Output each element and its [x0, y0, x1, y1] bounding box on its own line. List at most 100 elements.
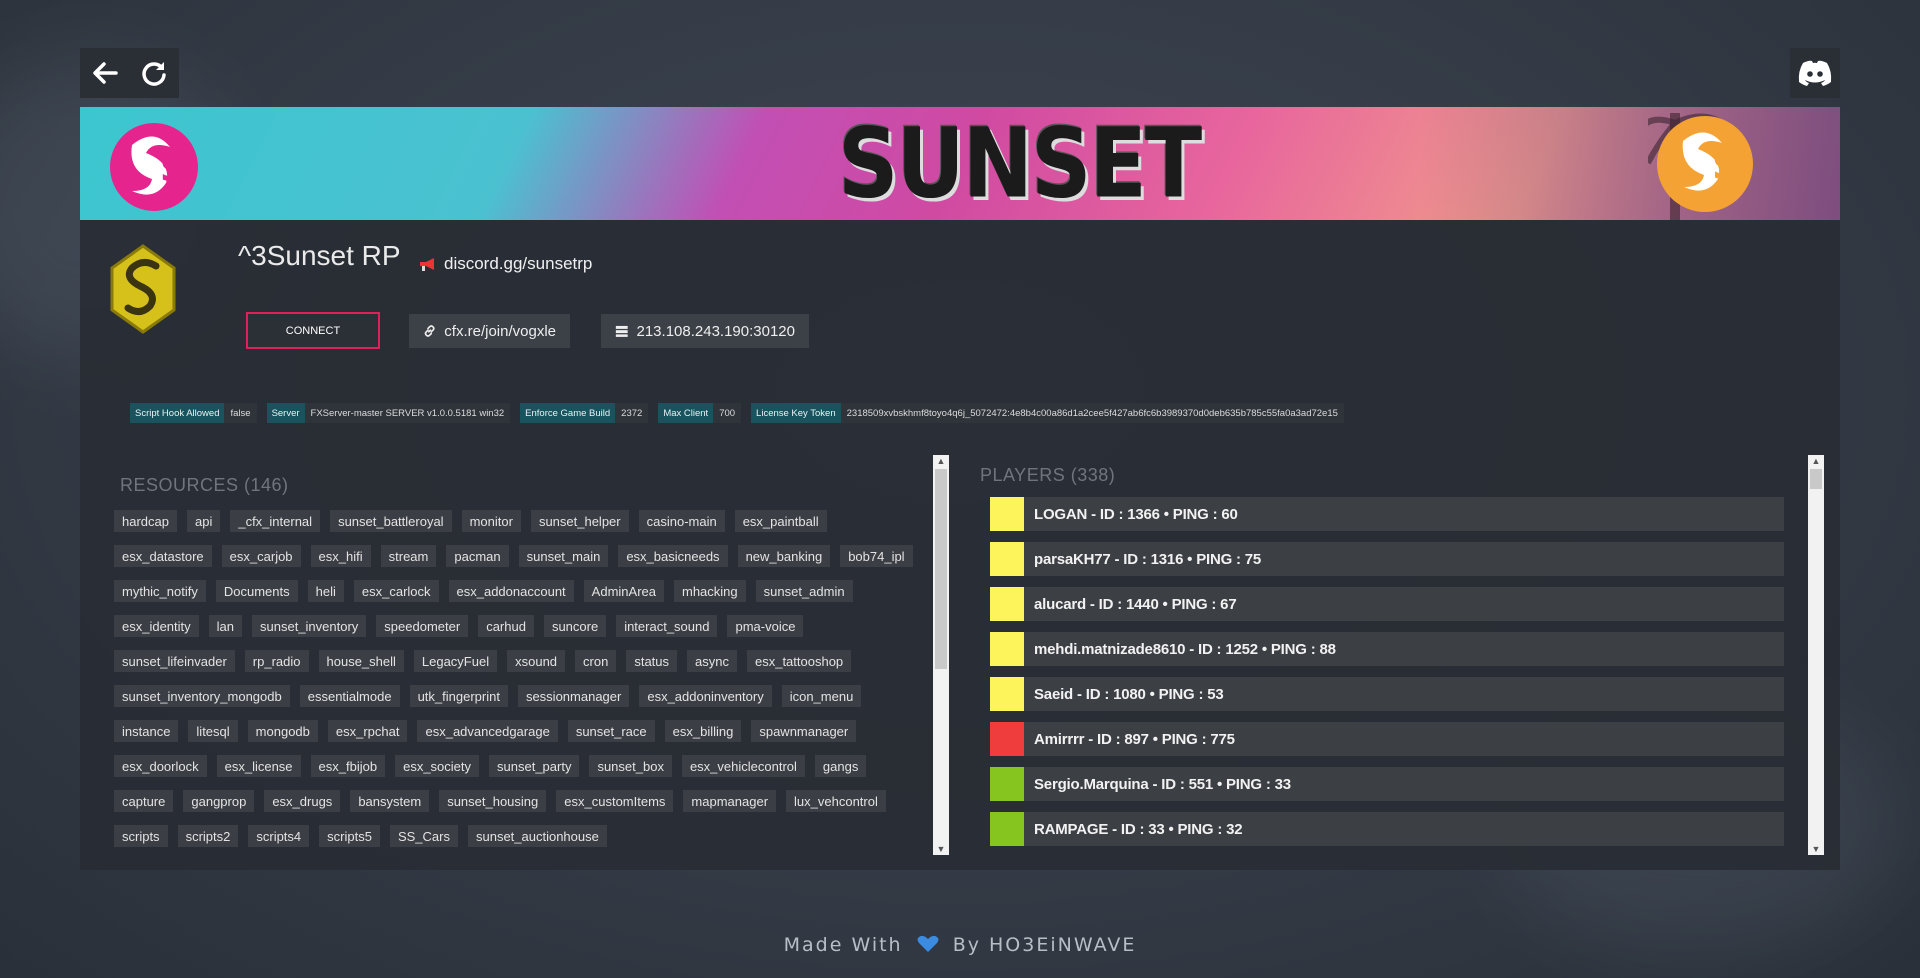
- resource-tag[interactable]: esx_paintball: [734, 510, 827, 532]
- resource-tag[interactable]: esx_datastore: [114, 545, 212, 567]
- player-row[interactable]: alucard - ID : 1440 • PING : 67: [990, 587, 1784, 621]
- resource-tag[interactable]: esx_hifi: [310, 545, 371, 567]
- resource-tag[interactable]: sunset_box: [589, 755, 672, 777]
- player-row[interactable]: RAMPAGE - ID : 33 • PING : 32: [990, 812, 1784, 846]
- resource-tag[interactable]: sunset_battleroyal: [330, 510, 452, 532]
- resource-tag[interactable]: heli: [307, 580, 344, 602]
- resource-tag[interactable]: _cfx_internal: [230, 510, 321, 532]
- player-row[interactable]: Sergio.Marquina - ID : 551 • PING : 33: [990, 767, 1784, 801]
- resource-tag[interactable]: LegacyFuel: [413, 650, 498, 672]
- resource-tag[interactable]: scripts: [114, 825, 168, 847]
- players-title: PLAYERS (338): [980, 465, 1116, 485]
- resource-tag[interactable]: scripts5: [319, 825, 380, 847]
- resource-tag[interactable]: scripts4: [248, 825, 310, 847]
- resource-tag[interactable]: mapmanager: [683, 790, 777, 812]
- resource-tag[interactable]: suncore: [543, 615, 607, 637]
- player-row[interactable]: mehdi.matnizade8610 - ID : 1252 • PING :…: [990, 632, 1784, 666]
- discord-button[interactable]: [1790, 48, 1840, 98]
- resource-tag[interactable]: esx_advancedgarage: [417, 720, 558, 742]
- resource-tag[interactable]: esx_doorlock: [114, 755, 207, 777]
- connect-button[interactable]: CONNECT: [246, 312, 380, 349]
- server-address-button[interactable]: 213.108.243.190:30120: [601, 314, 809, 348]
- resource-tag[interactable]: sunset_inventory: [252, 615, 367, 637]
- scroll-up-icon[interactable]: ▲: [1808, 455, 1824, 467]
- resource-tag[interactable]: speedometer: [376, 615, 469, 637]
- scroll-up-icon[interactable]: ▲: [933, 455, 949, 467]
- resource-tag[interactable]: essentialmode: [299, 685, 400, 707]
- resource-tag[interactable]: esx_identity: [114, 615, 199, 637]
- resource-tag[interactable]: sessionmanager: [517, 685, 630, 707]
- resource-tag[interactable]: casino-main: [638, 510, 725, 532]
- resource-tag[interactable]: sunset_auctionhouse: [467, 825, 607, 847]
- resource-tag[interactable]: gangprop: [183, 790, 255, 812]
- resource-tag[interactable]: new_banking: [737, 545, 831, 567]
- player-row[interactable]: parsaKH77 - ID : 1316 • PING : 75: [990, 542, 1784, 576]
- resource-tag[interactable]: icon_menu: [781, 685, 862, 707]
- resource-tag[interactable]: house_shell: [318, 650, 404, 672]
- player-row[interactable]: Saeid - ID : 1080 • PING : 53: [990, 677, 1784, 711]
- arrow-left-icon[interactable]: [85, 53, 125, 93]
- resource-tag[interactable]: esx_carjob: [221, 545, 301, 567]
- resource-tag[interactable]: sunset_main: [518, 545, 609, 567]
- resource-tag[interactable]: capture: [114, 790, 174, 812]
- resource-tag[interactable]: sunset_inventory_mongodb: [114, 685, 290, 707]
- resource-tag[interactable]: esx_vehiclecontrol: [681, 755, 805, 777]
- resource-tag[interactable]: esx_society: [395, 755, 480, 777]
- resource-tag[interactable]: bansystem: [350, 790, 430, 812]
- player-row[interactable]: Amirrrr - ID : 897 • PING : 775: [990, 722, 1784, 756]
- resource-tag[interactable]: hardcap: [114, 510, 177, 532]
- resource-tag[interactable]: sunset_party: [489, 755, 580, 777]
- resource-tag[interactable]: status: [626, 650, 678, 672]
- players-scrollbar[interactable]: ▲ ▼: [1808, 455, 1824, 855]
- resource-tag[interactable]: lux_vehcontrol: [786, 790, 886, 812]
- resource-tag[interactable]: interact_sound: [616, 615, 718, 637]
- resource-tag[interactable]: spawnmanager: [751, 720, 857, 742]
- resource-tag[interactable]: stream: [380, 545, 437, 567]
- resource-tag[interactable]: mythic_notify: [114, 580, 206, 602]
- resource-tag[interactable]: esx_customItems: [556, 790, 674, 812]
- resource-tag[interactable]: gangs: [814, 755, 867, 777]
- resource-tag[interactable]: carhud: [478, 615, 534, 637]
- resource-tag[interactable]: sunset_admin: [755, 580, 853, 602]
- resources-scrollbar[interactable]: ▲ ▼: [933, 455, 949, 855]
- resource-tag[interactable]: monitor: [461, 510, 521, 532]
- resource-tag[interactable]: mongodb: [247, 720, 318, 742]
- resource-tag[interactable]: esx_license: [216, 755, 301, 777]
- resource-tag[interactable]: mhacking: [673, 580, 746, 602]
- resource-tag[interactable]: esx_carlock: [353, 580, 439, 602]
- resource-tag[interactable]: AdminArea: [583, 580, 664, 602]
- scroll-down-icon[interactable]: ▼: [1808, 843, 1824, 855]
- resource-tag[interactable]: esx_addoninventory: [639, 685, 772, 707]
- join-link-button[interactable]: cfx.re/join/vogxle: [409, 314, 570, 348]
- resource-tag[interactable]: cron: [575, 650, 617, 672]
- resource-tag[interactable]: utk_fingerprint: [409, 685, 508, 707]
- resource-tag[interactable]: sunset_lifeinvader: [114, 650, 235, 672]
- resource-tag[interactable]: sunset_helper: [530, 510, 629, 532]
- resource-tag[interactable]: esx_fbijob: [310, 755, 386, 777]
- resource-tag[interactable]: pma-voice: [727, 615, 804, 637]
- resource-tag[interactable]: xsound: [507, 650, 566, 672]
- refresh-icon[interactable]: [134, 53, 174, 93]
- resource-tag[interactable]: esx_billing: [664, 720, 742, 742]
- resource-tag[interactable]: esx_tattooshop: [746, 650, 852, 672]
- resource-tag[interactable]: esx_basicneeds: [618, 545, 728, 567]
- resource-tag[interactable]: esx_addonaccount: [448, 580, 574, 602]
- resource-tag[interactable]: esx_drugs: [264, 790, 341, 812]
- scroll-down-icon[interactable]: ▼: [933, 843, 949, 855]
- server-variables: Script Hook Allowed false Server FXServer-…: [130, 403, 1344, 423]
- resource-tag[interactable]: sunset_race: [567, 720, 655, 742]
- player-row[interactable]: LOGAN - ID : 1366 • PING : 60: [990, 497, 1784, 531]
- resource-tag[interactable]: scripts2: [177, 825, 239, 847]
- resource-tag[interactable]: async: [687, 650, 737, 672]
- resource-tag[interactable]: Documents: [215, 580, 298, 602]
- resource-tag[interactable]: pacman: [446, 545, 509, 567]
- resource-tag[interactable]: litesql: [188, 720, 238, 742]
- resource-tag[interactable]: sunset_housing: [439, 790, 547, 812]
- resource-tag[interactable]: rp_radio: [244, 650, 309, 672]
- resource-tag[interactable]: esx_rpchat: [327, 720, 408, 742]
- resource-tag[interactable]: instance: [114, 720, 179, 742]
- resource-tag[interactable]: api: [186, 510, 221, 532]
- resource-tag[interactable]: SS_Cars: [389, 825, 458, 847]
- resource-tag[interactable]: lan: [208, 615, 243, 637]
- resource-tag[interactable]: bob74_ipl: [840, 545, 913, 567]
